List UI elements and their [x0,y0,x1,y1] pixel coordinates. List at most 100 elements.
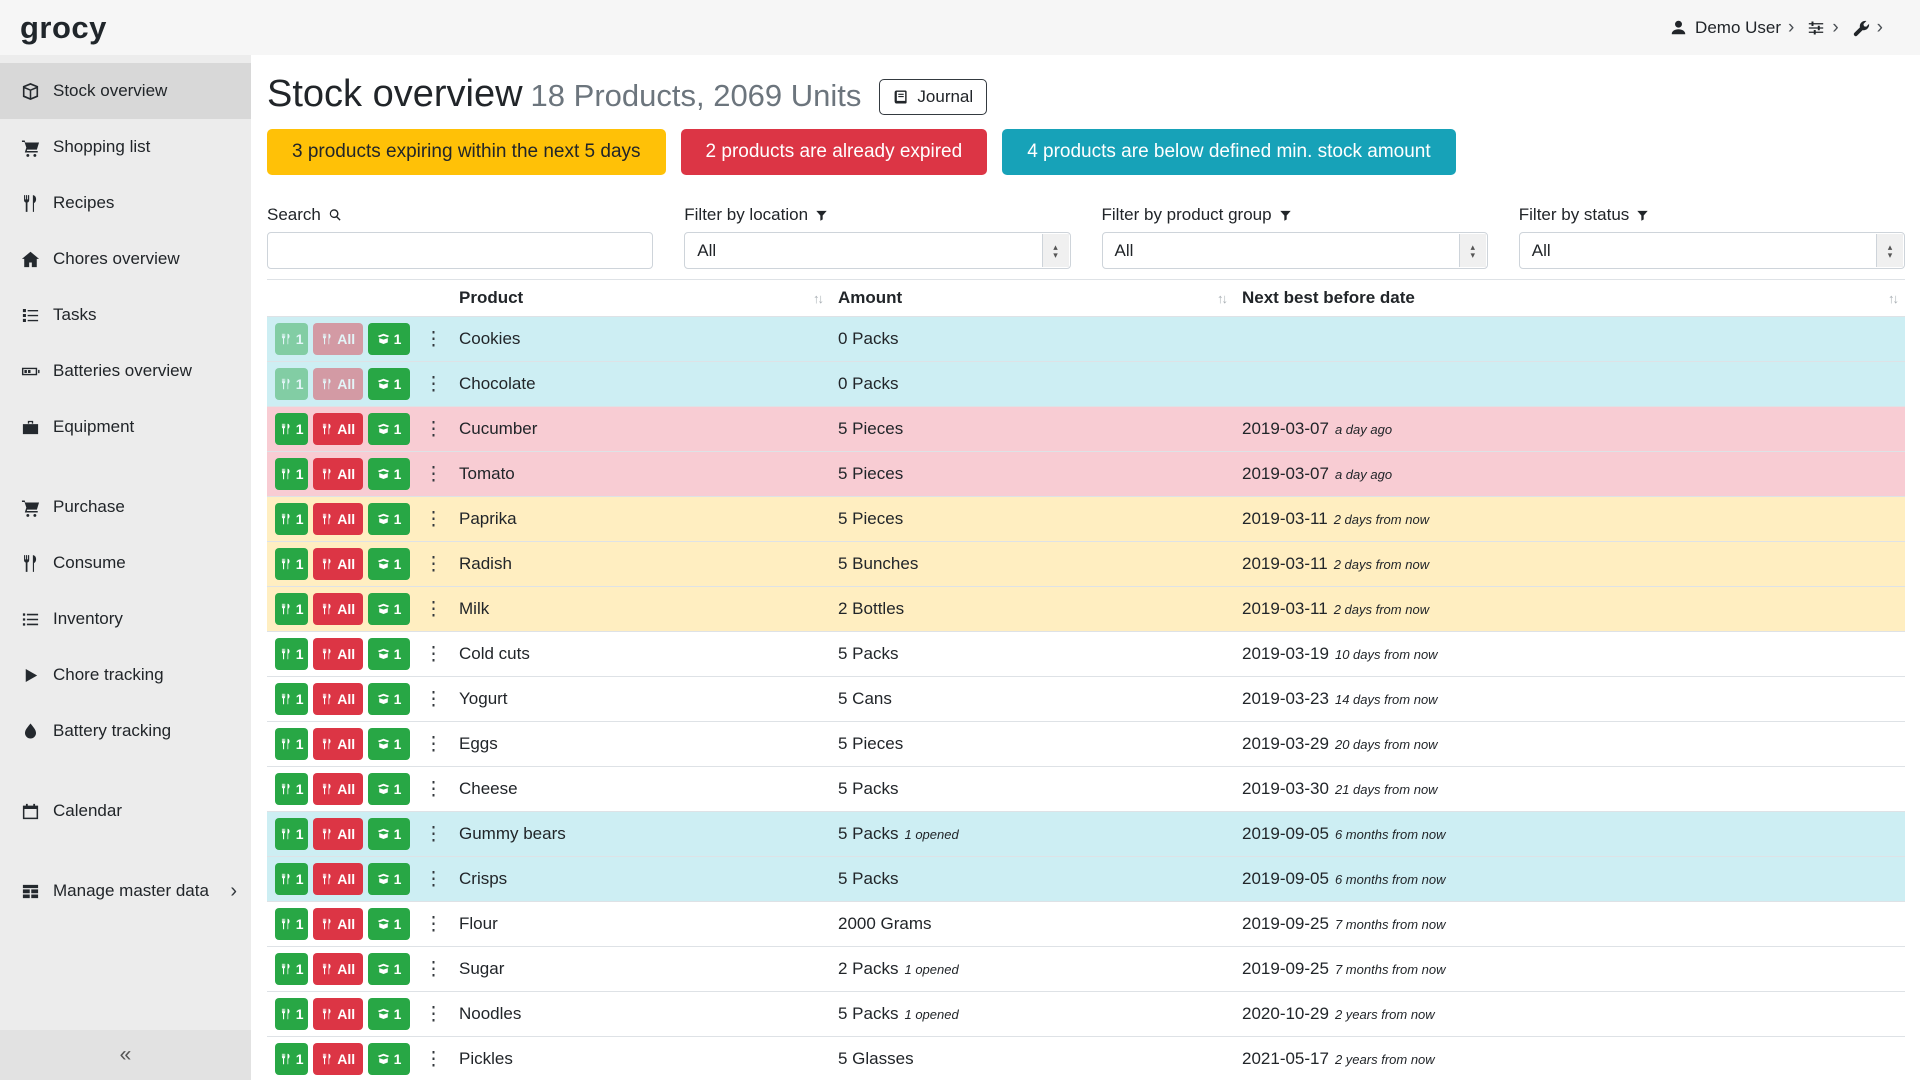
status-badge[interactable]: 2 products are already expired [681,129,988,175]
search-input[interactable] [267,232,653,269]
open-one-button[interactable]: 1 [368,863,410,895]
consume-all-button[interactable]: All [313,818,363,850]
row-menu-icon[interactable]: ⋮ [424,1050,443,1069]
open-one-button[interactable]: 1 [368,728,410,760]
sidebar-item-purchase[interactable]: Purchase [0,479,251,535]
product-group-select[interactable]: All [1102,232,1488,269]
consume-one-button[interactable]: 1 [275,908,308,940]
consume-all-button[interactable]: All [313,503,363,535]
open-one-button[interactable]: 1 [368,458,410,490]
sidebar-item-manage-master-data[interactable]: Manage master data › [0,863,251,919]
sidebar-item-chores-overview[interactable]: Chores overview [0,231,251,287]
row-menu-icon[interactable]: ⋮ [424,375,443,394]
consume-all-button[interactable]: All [313,323,363,355]
open-one-button[interactable]: 1 [368,683,410,715]
status-badge[interactable]: 4 products are below defined min. stock … [1002,129,1455,175]
consume-one-button[interactable]: 1 [275,548,308,580]
row-menu-icon[interactable]: ⋮ [424,870,443,889]
consume-all-button[interactable]: All [313,773,363,805]
sidebar-item-stock-overview[interactable]: Stock overview [0,63,251,119]
sidebar-item-battery-tracking[interactable]: Battery tracking [0,703,251,759]
consume-one-button[interactable]: 1 [275,773,308,805]
consume-one-button[interactable]: 1 [275,503,308,535]
row-menu-icon[interactable]: ⋮ [424,915,443,934]
sidebar-item-calendar[interactable]: Calendar [0,783,251,839]
open-one-button[interactable]: 1 [368,638,410,670]
row-menu-icon[interactable]: ⋮ [424,420,443,439]
consume-one-button[interactable]: 1 [275,323,308,355]
consume-all-button[interactable]: All [313,1043,363,1075]
open-one-button[interactable]: 1 [368,998,410,1030]
sort-icon[interactable]: ↑↓ [1888,291,1897,306]
open-one-button[interactable]: 1 [368,503,410,535]
status-select[interactable]: All [1519,232,1905,269]
sidebar-item-consume[interactable]: Consume [0,535,251,591]
row-menu-icon[interactable]: ⋮ [424,780,443,799]
open-one-button[interactable]: 1 [368,953,410,985]
open-one-button[interactable]: 1 [368,323,410,355]
row-menu-icon[interactable]: ⋮ [424,600,443,619]
journal-button[interactable]: Journal [879,79,987,115]
open-one-button[interactable]: 1 [368,1043,410,1075]
consume-all-button[interactable]: All [313,413,363,445]
user-menu[interactable]: Demo User [1670,18,1781,38]
consume-all-button[interactable]: All [313,548,363,580]
row-menu-icon[interactable]: ⋮ [424,690,443,709]
consume-all-button[interactable]: All [313,908,363,940]
sidebar-item-chore-tracking[interactable]: Chore tracking [0,647,251,703]
row-menu-icon[interactable]: ⋮ [424,825,443,844]
row-menu-icon[interactable]: ⋮ [424,1005,443,1024]
sidebar-item-inventory[interactable]: Inventory [0,591,251,647]
consume-one-button[interactable]: 1 [275,818,308,850]
open-one-button[interactable]: 1 [368,593,410,625]
consume-one-button[interactable]: 1 [275,863,308,895]
consume-one-button[interactable]: 1 [275,458,308,490]
row-menu-icon[interactable]: ⋮ [424,330,443,349]
display-options-menu[interactable] [1807,19,1825,37]
consume-one-button[interactable]: 1 [275,728,308,760]
sidebar-collapse-button[interactable]: « [0,1030,251,1080]
open-one-button[interactable]: 1 [368,908,410,940]
status-badge[interactable]: 3 products expiring within the next 5 da… [267,129,666,175]
consume-all-button[interactable]: All [313,368,363,400]
row-menu-icon[interactable]: ⋮ [424,510,443,529]
sidebar-item-shopping-list[interactable]: Shopping list [0,119,251,175]
consume-one-button[interactable]: 1 [275,593,308,625]
consume-one-button[interactable]: 1 [275,368,308,400]
settings-menu[interactable] [1852,19,1870,37]
sidebar-item-recipes[interactable]: Recipes [0,175,251,231]
consume-all-button[interactable]: All [313,953,363,985]
consume-all-button[interactable]: All [313,593,363,625]
bbd-column-header[interactable]: Next best before date↑↓ [1234,280,1905,317]
consume-one-button[interactable]: 1 [275,413,308,445]
open-one-button[interactable]: 1 [368,548,410,580]
chevron-right-icon[interactable]: › [1877,18,1883,37]
open-one-button[interactable]: 1 [368,368,410,400]
open-one-button[interactable]: 1 [368,413,410,445]
row-menu-icon[interactable]: ⋮ [424,465,443,484]
consume-all-button[interactable]: All [313,638,363,670]
row-menu-icon[interactable]: ⋮ [424,555,443,574]
product-column-header[interactable]: Product↑↓ [451,280,830,317]
sidebar-item-tasks[interactable]: Tasks [0,287,251,343]
consume-one-button[interactable]: 1 [275,998,308,1030]
sort-icon[interactable]: ↑↓ [1217,291,1226,306]
consume-all-button[interactable]: All [313,863,363,895]
consume-one-button[interactable]: 1 [275,1043,308,1075]
consume-one-button[interactable]: 1 [275,638,308,670]
sort-icon[interactable]: ↑↓ [813,291,822,306]
sidebar-item-equipment[interactable]: Equipment [0,399,251,455]
chevron-right-icon[interactable]: › [1832,18,1838,37]
app-logo[interactable]: grocy [20,10,107,46]
row-menu-icon[interactable]: ⋮ [424,735,443,754]
row-menu-icon[interactable]: ⋮ [424,960,443,979]
consume-one-button[interactable]: 1 [275,953,308,985]
consume-all-button[interactable]: All [313,683,363,715]
sidebar-item-batteries-overview[interactable]: Batteries overview [0,343,251,399]
amount-column-header[interactable]: Amount↑↓ [830,280,1234,317]
consume-all-button[interactable]: All [313,998,363,1030]
consume-all-button[interactable]: All [313,728,363,760]
open-one-button[interactable]: 1 [368,818,410,850]
location-select[interactable]: All [684,232,1070,269]
chevron-right-icon[interactable]: › [1788,18,1794,37]
